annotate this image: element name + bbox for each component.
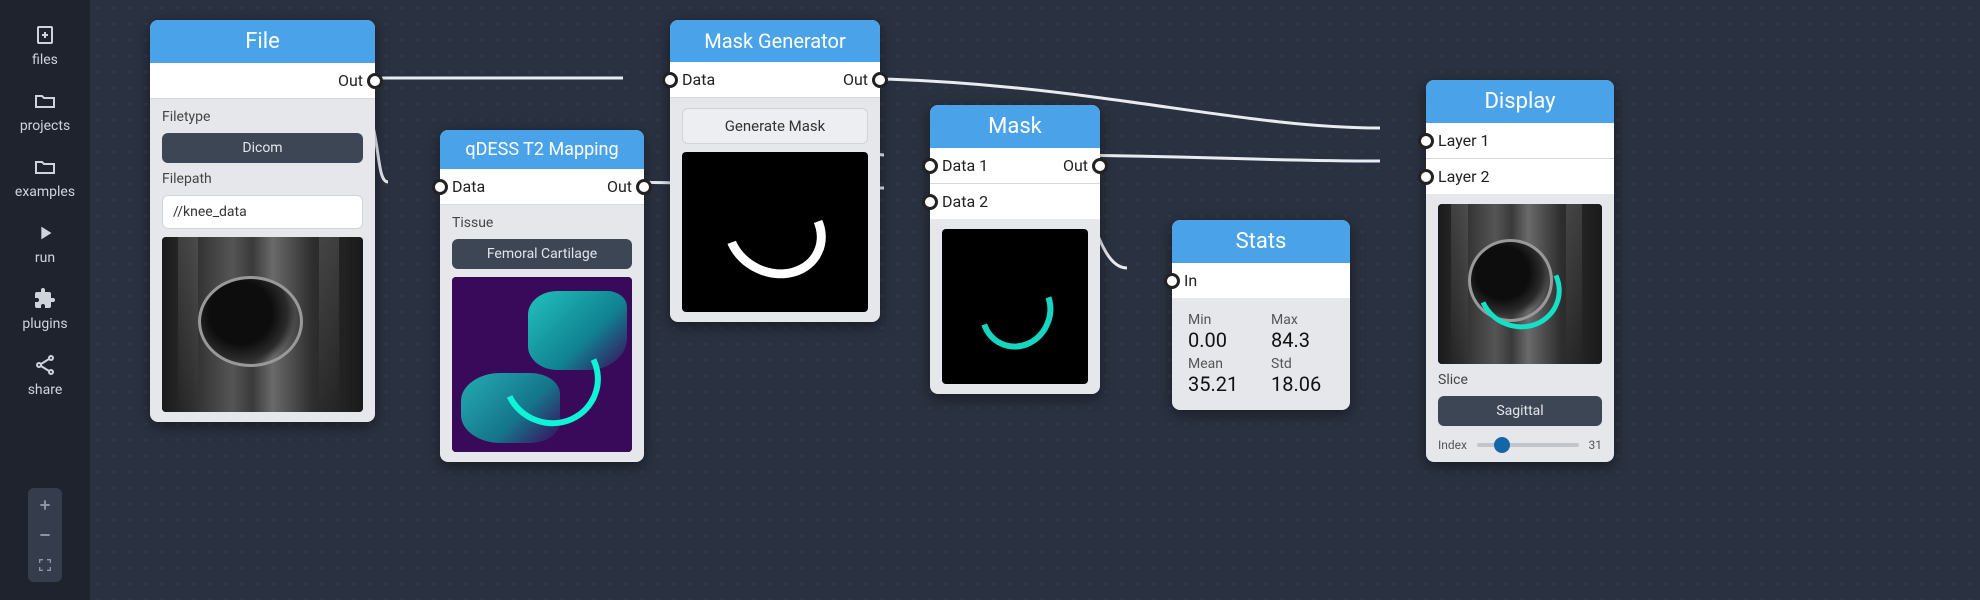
field-label: Slice	[1438, 372, 1602, 388]
folder-icon	[32, 88, 58, 114]
port-out[interactable]	[636, 179, 652, 195]
port-label: Data	[682, 70, 715, 89]
file-preview-image	[162, 237, 363, 412]
slider-max: 31	[1589, 438, 1603, 452]
node-qdess[interactable]: qDESS T2 Mapping Data Out Tissue Femoral…	[440, 130, 644, 462]
zoom-in-button[interactable]	[34, 494, 56, 516]
sidebar-item-label: share	[28, 382, 63, 398]
generate-mask-button[interactable]: Generate Mask	[682, 108, 868, 144]
node-mask-generator[interactable]: Mask Generator Data Out Generate Mask	[670, 20, 880, 322]
node-title: Mask Generator	[670, 20, 880, 62]
sidebar-item-label: plugins	[22, 316, 67, 332]
port-label: Out	[1063, 156, 1088, 175]
stat-value-min: 0.00	[1188, 328, 1251, 352]
port-out[interactable]	[872, 72, 888, 88]
puzzle-icon	[32, 286, 58, 312]
port-label: Out	[338, 71, 363, 90]
stat-label-mean: Mean	[1188, 356, 1251, 372]
sidebar-item-label: files	[32, 52, 58, 68]
sidebar-item-examples[interactable]: examples	[0, 150, 90, 210]
port-label: Layer 2	[1438, 167, 1490, 186]
sidebar-item-plugins[interactable]: plugins	[0, 282, 90, 342]
zoom-out-button[interactable]	[34, 524, 56, 546]
port-label: Out	[607, 177, 632, 196]
port-label: Data	[452, 177, 485, 196]
node-display[interactable]: Display Layer 1 Layer 2 Slice Sagittal	[1426, 80, 1614, 462]
tissue-selector[interactable]: Femoral Cartilage	[452, 239, 632, 269]
sidebar-item-share[interactable]: share	[0, 348, 90, 408]
node-title: qDESS T2 Mapping	[440, 130, 644, 169]
node-canvas[interactable]: File Out Filetype Dicom Filepath qDESS T…	[90, 0, 1980, 600]
stat-label-std: Std	[1271, 356, 1334, 372]
port-label: In	[1184, 271, 1197, 290]
port-label: Data 2	[942, 192, 988, 211]
sidebar-item-label: run	[35, 250, 55, 266]
node-mask[interactable]: Mask Data 1 Out Data 2	[930, 105, 1100, 394]
sidebar-item-label: examples	[15, 184, 75, 200]
stat-label-min: Min	[1188, 312, 1251, 328]
index-slider[interactable]	[1477, 443, 1579, 447]
port-in-layer2[interactable]	[1418, 169, 1434, 185]
sidebar-item-run[interactable]: run	[0, 216, 90, 276]
qdess-preview-image	[452, 277, 632, 452]
stat-value-mean: 35.21	[1188, 372, 1251, 396]
port-in[interactable]	[432, 179, 448, 195]
sidebar-item-projects[interactable]: projects	[0, 84, 90, 144]
stat-label-max: Max	[1271, 312, 1334, 328]
port-label: Out	[843, 70, 868, 89]
canvas-tools	[28, 488, 62, 582]
field-label: Tissue	[452, 215, 632, 231]
share-icon	[32, 352, 58, 378]
fullscreen-button[interactable]	[34, 554, 56, 576]
node-title: Mask	[930, 105, 1100, 148]
display-preview-image	[1438, 204, 1602, 364]
node-file[interactable]: File Out Filetype Dicom Filepath	[150, 20, 375, 422]
node-stats[interactable]: Stats In Min 0.00 Max 84.3 Me	[1172, 220, 1350, 410]
maskgen-preview-image	[682, 152, 868, 312]
port-in-2[interactable]	[922, 194, 938, 210]
port-in[interactable]	[662, 72, 678, 88]
port-in-layer1[interactable]	[1418, 133, 1434, 149]
port-label: Data 1	[942, 156, 988, 175]
port-in[interactable]	[1164, 273, 1180, 289]
filetype-selector[interactable]: Dicom	[162, 133, 363, 163]
folder-icon	[32, 154, 58, 180]
node-title: File	[150, 20, 375, 63]
filepath-input[interactable]	[162, 195, 363, 229]
mask-preview-image	[942, 229, 1088, 384]
sidebar: files projects examples run plugins	[0, 0, 90, 600]
slice-selector[interactable]: Sagittal	[1438, 396, 1602, 426]
add-file-icon	[32, 22, 58, 48]
field-label: Filepath	[162, 171, 363, 187]
port-in-1[interactable]	[922, 158, 938, 174]
node-title: Stats	[1172, 220, 1350, 263]
slider-label: Index	[1438, 438, 1467, 452]
stat-value-std: 18.06	[1271, 372, 1334, 396]
play-icon	[32, 220, 58, 246]
sidebar-item-label: projects	[20, 118, 70, 134]
field-label: Filetype	[162, 109, 363, 125]
node-title: Display	[1426, 80, 1614, 123]
sidebar-item-files[interactable]: files	[0, 18, 90, 78]
port-out[interactable]	[367, 73, 383, 89]
stat-value-max: 84.3	[1271, 328, 1334, 352]
port-label: Layer 1	[1438, 131, 1490, 150]
port-out[interactable]	[1092, 158, 1108, 174]
